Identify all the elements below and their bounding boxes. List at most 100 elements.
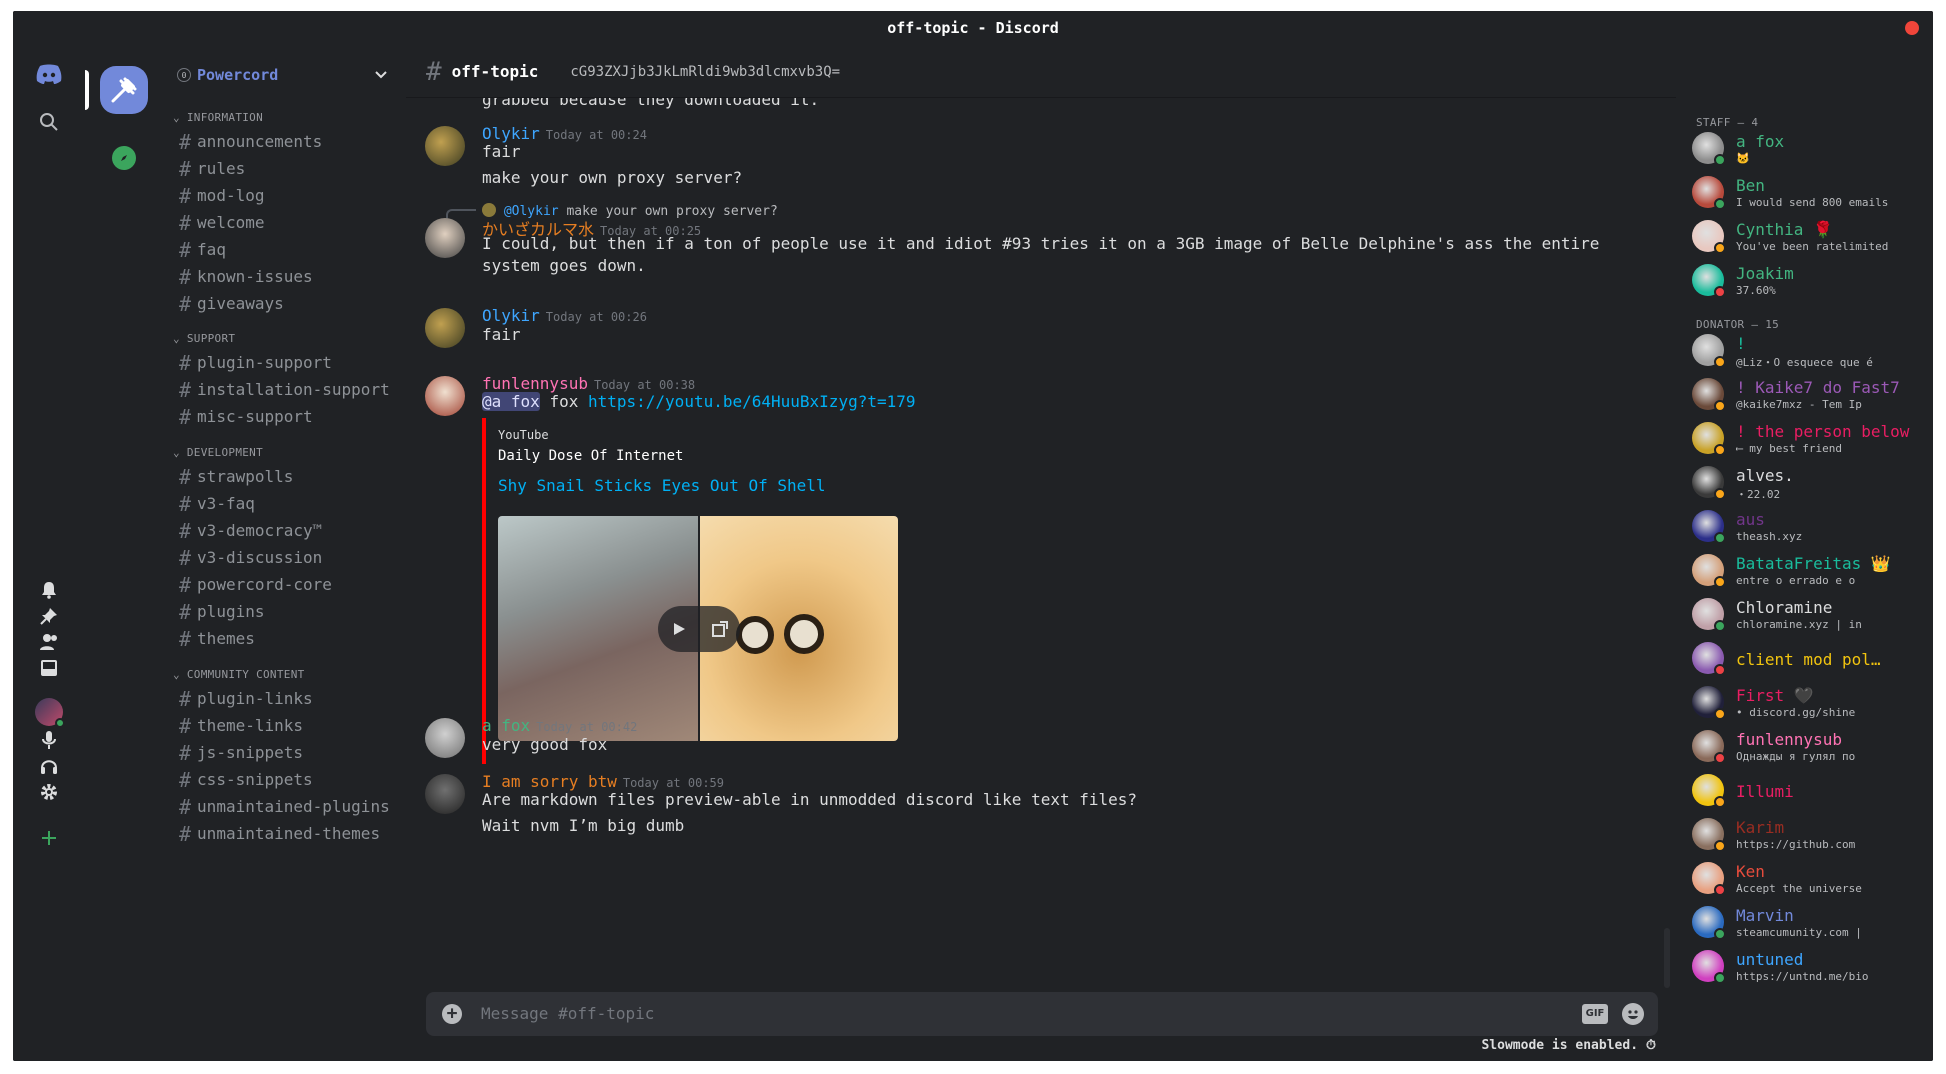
channel-js-snippets[interactable]: # js-snippets [179, 741, 399, 765]
channel-installation-support[interactable]: # installation-support [179, 378, 399, 402]
channel-v3-discussion[interactable]: # v3-discussion [179, 546, 399, 570]
avatar[interactable] [425, 774, 465, 814]
channel-theme-links[interactable]: # theme-links [179, 714, 399, 738]
message-link[interactable]: https://youtu.be/64HuuBxIzyg?t=179 [588, 392, 916, 411]
emoji-icon[interactable] [1622, 1003, 1644, 1025]
member-item[interactable]: Ken Accept the universe [1692, 860, 1922, 900]
message-composer[interactable]: + Message #off-topic GIF [426, 992, 1658, 1036]
microphone-icon[interactable] [35, 726, 63, 754]
member-status-text: 37.60% [1736, 284, 1776, 297]
channel-misc-support[interactable]: # misc-support [179, 405, 399, 429]
category-support[interactable]: ⌄ SUPPORT [173, 332, 235, 345]
discord-home-icon[interactable] [35, 60, 63, 88]
bell-icon[interactable] [35, 576, 63, 604]
user-avatar[interactable] [35, 698, 65, 728]
member-item[interactable]: untuned https://untnd.me/bio [1692, 948, 1922, 988]
channel-plugins[interactable]: # plugins [179, 600, 399, 624]
member-item[interactable]: a fox 🐱 [1692, 130, 1922, 170]
scrollbar-thumb[interactable] [1664, 928, 1670, 988]
member-item[interactable]: ! Kaike7 do Fast7 @kaike7mxz - Tem Ip [1692, 376, 1922, 416]
pin-icon[interactable] [35, 602, 63, 630]
headphones-icon[interactable] [35, 752, 63, 780]
channel-known-issues[interactable]: # known-issues [179, 265, 399, 289]
member-item[interactable]: Ben I would send 800 emails [1692, 174, 1922, 214]
channel-plugin-support[interactable]: # plugin-support [179, 351, 399, 375]
guild-header[interactable]: 0 Powercord [163, 46, 406, 104]
explore-compass-icon[interactable] [112, 146, 136, 170]
message-input-placeholder[interactable]: Message #off-topic [481, 1004, 654, 1023]
status-indicator [1714, 664, 1726, 676]
upload-plus-icon[interactable]: + [442, 1004, 462, 1024]
embed-provider[interactable]: YouTube [498, 428, 549, 442]
inbox-icon[interactable] [35, 654, 63, 682]
channel-v3-democracy[interactable]: # v3-democracy™ [179, 519, 399, 543]
window-title: off-topic - Discord [887, 19, 1059, 37]
search-icon[interactable] [35, 108, 63, 136]
channel-unmaintained-plugins[interactable]: # unmaintained-plugins [179, 795, 399, 819]
member-item[interactable]: funlennysub Однажды я гулял по [1692, 728, 1922, 768]
channel-giveaways[interactable]: # giveaways [179, 292, 399, 316]
channel-topic[interactable]: cG93ZXJjb3JkLmRldi9wb3dlcmxvb3Q= [570, 64, 840, 80]
message-text: Are markdown files preview-able in unmod… [482, 790, 1138, 809]
channel-mod-log[interactable]: # mod-log [179, 184, 399, 208]
status-indicator [1714, 708, 1726, 720]
member-item[interactable]: BatataFreitas 👑 entre o errado e o [1692, 552, 1922, 592]
category-information[interactable]: ⌄ INFORMATION [173, 111, 263, 124]
members-icon[interactable] [35, 628, 63, 656]
powercord-server-icon[interactable] [100, 66, 148, 114]
channel-plugin-links[interactable]: # plugin-links [179, 687, 399, 711]
member-name: funlennysub [1736, 730, 1842, 749]
video-thumbnail[interactable] [498, 516, 898, 741]
message-author[interactable]: I am sorry btw [482, 772, 617, 791]
channel-faq[interactable]: # faq [179, 238, 399, 262]
embed-title[interactable]: Shy Snail Sticks Eyes Out Of Shell [498, 476, 826, 495]
embed-author[interactable]: Daily Dose Of Internet [498, 448, 683, 464]
status-indicator [1714, 620, 1726, 632]
gif-button[interactable]: GIF [1582, 1004, 1608, 1024]
channel-themes[interactable]: # themes [179, 627, 399, 651]
member-item[interactable]: Illumi [1692, 772, 1922, 812]
category-community-content[interactable]: ⌄ COMMUNITY CONTENT [173, 668, 305, 681]
member-item[interactable]: ! the person below ⟵ my best friend [1692, 420, 1922, 460]
channel-strawpolls[interactable]: # strawpolls [179, 465, 399, 489]
user-mention[interactable]: @a fox [482, 392, 540, 411]
play-icon[interactable] [671, 621, 687, 637]
avatar[interactable] [425, 126, 465, 166]
open-external-icon[interactable] [711, 621, 728, 637]
chevron-down-icon[interactable] [374, 68, 388, 82]
member-item[interactable]: Marvin steamcumunity.com | [1692, 904, 1922, 944]
member-item[interactable]: Chloramine chloramine.xyz | in [1692, 596, 1922, 636]
close-window-button[interactable] [1905, 21, 1919, 35]
channel-welcome[interactable]: # welcome [179, 211, 399, 235]
avatar[interactable] [425, 218, 465, 258]
message-author[interactable]: Olykir [482, 306, 540, 325]
member-item[interactable]: First 🖤 • discord.gg/shine [1692, 684, 1922, 724]
member-item[interactable]: ! @Liz・O esquece que é [1692, 332, 1922, 372]
message-author[interactable]: Olykir [482, 124, 540, 143]
channel-css-snippets[interactable]: # css-snippets [179, 768, 399, 792]
member-item[interactable]: aus theash.xyz [1692, 508, 1922, 548]
member-item[interactable]: alves. ・22.02 [1692, 464, 1922, 504]
message-scrollbar[interactable] [1664, 98, 1670, 998]
member-item[interactable]: Karim https://github.com [1692, 816, 1922, 856]
member-item[interactable]: client mod pol… [1692, 640, 1922, 680]
video-controls[interactable] [658, 606, 740, 652]
message-author[interactable]: a fox [482, 716, 530, 735]
channel-powercord-core[interactable]: # powercord-core [179, 573, 399, 597]
message-author[interactable]: funlennysub [482, 374, 588, 393]
status-indicator [1714, 840, 1726, 852]
member-item[interactable]: Joakim 37.60% [1692, 262, 1922, 302]
category-development[interactable]: ⌄ DEVELOPMENT [173, 446, 263, 459]
avatar[interactable] [425, 376, 465, 416]
channel-unmaintained-themes[interactable]: # unmaintained-themes [179, 822, 399, 846]
status-indicator [1714, 884, 1726, 896]
status-indicator [1714, 752, 1726, 764]
settings-gear-icon[interactable] [35, 778, 63, 806]
add-server-icon[interactable] [35, 824, 63, 852]
avatar[interactable] [425, 718, 465, 758]
avatar[interactable] [425, 308, 465, 348]
member-item[interactable]: Cynthia 🌹 You've been ratelimited [1692, 218, 1922, 258]
channel-rules[interactable]: # rules [179, 157, 399, 181]
channel-v3-faq[interactable]: # v3-faq [179, 492, 399, 516]
channel-announcements[interactable]: # announcements [179, 130, 399, 154]
